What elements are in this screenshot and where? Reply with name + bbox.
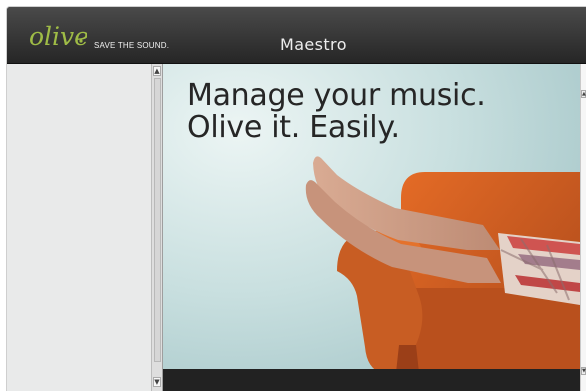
bottom-status-bar xyxy=(163,369,580,391)
scroll-down-button[interactable]: ▼ xyxy=(153,377,161,387)
sidebar-panel xyxy=(7,64,151,391)
hero-headline: Manage your music. Olive it. Easily. xyxy=(187,80,486,144)
headline-line-2: Olive it. Easily. xyxy=(187,110,400,145)
hero-banner: Manage your music. Olive it. Easily. xyxy=(163,64,580,391)
scroll-thumb[interactable] xyxy=(154,78,161,362)
headline-line-1: Manage your music. xyxy=(187,78,486,113)
sidebar-scrollbar[interactable]: ▲ ▼ xyxy=(151,64,163,391)
right-scroll-up-button[interactable]: ▲ xyxy=(581,90,586,98)
brand-tagline: SAVE THE SOUND. xyxy=(94,41,170,50)
maestro-window: olive SAVE THE SOUND. Maestro ▲ ▼ Manage… xyxy=(7,7,586,391)
right-scrollbar[interactable]: ▲ ▼ xyxy=(580,64,586,391)
olive-logo: olive xyxy=(29,22,87,51)
app-header: olive SAVE THE SOUND. Maestro xyxy=(7,7,586,64)
scroll-up-button[interactable]: ▲ xyxy=(153,66,161,76)
window-title: Maestro xyxy=(280,35,347,54)
right-scroll-down-button[interactable]: ▼ xyxy=(581,367,586,375)
svg-text:olive: olive xyxy=(29,22,87,51)
